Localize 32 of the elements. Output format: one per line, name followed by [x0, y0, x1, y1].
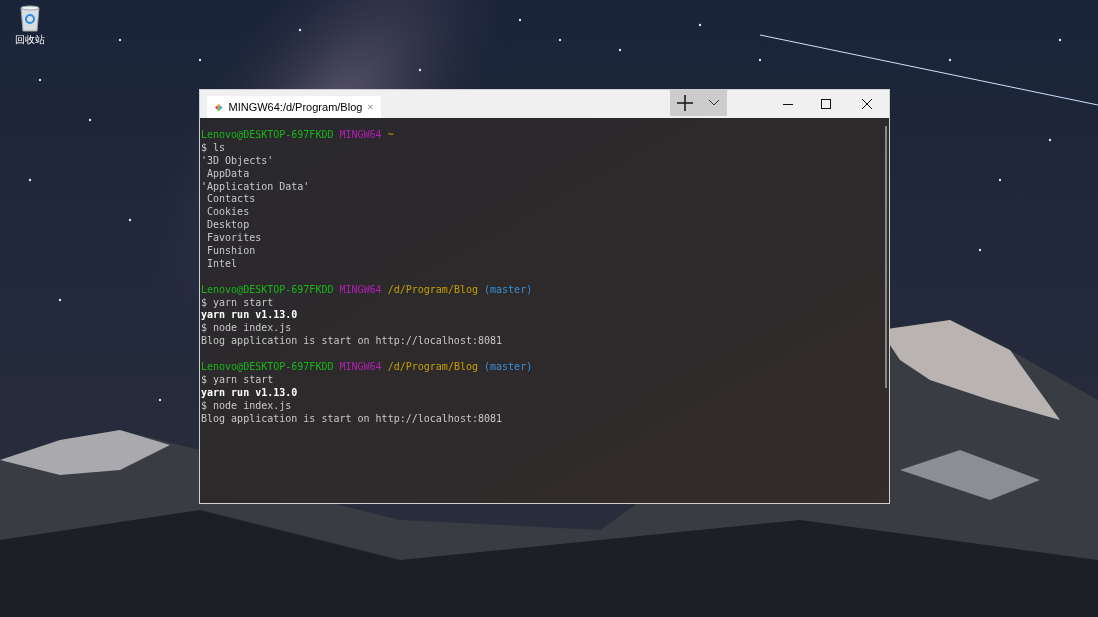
chevron-down-icon [708, 100, 719, 106]
output-line: yarn run v1.13.0 [201, 309, 298, 323]
maximize-icon [821, 99, 831, 109]
output-line: Blog application is start on http://localhost:8081 [201, 412, 503, 426]
prompt-line: Lenovo@DESKTOP-697FKDD MINGW64 ~ [201, 129, 395, 142]
output-line: $ node index.js [201, 322, 292, 336]
plus-icon [677, 95, 693, 111]
output-line: Blog application is start on http://localhost:8081 [201, 335, 503, 349]
output-line: Cookies [206, 206, 250, 220]
output-line: Contacts [206, 193, 256, 207]
output-line: yarn run v1.13.0 [201, 386, 298, 400]
output-line: Favorites [206, 232, 262, 245]
trash-bin-icon[interactable] [19, 5, 41, 32]
prompt-line: Lenovo@DESKTOP-697FKDD MINGW64 /d/Program/Blog (master) [201, 283, 534, 297]
output-line: $ node index.js [201, 399, 292, 413]
tab[interactable]: MINGW64:/d/Program/Blog [207, 96, 381, 118]
output-line: $ yarn start [201, 296, 274, 310]
output-line: $ yarn start [201, 373, 274, 387]
close-icon[interactable] [368, 103, 373, 111]
icon-label: 回收站 [15, 35, 45, 45]
prompt-line: Lenovo@DESKTOP-697FKDD MINGW64 /d/Program/Blog (master) [201, 361, 534, 374]
close-icon [862, 99, 872, 109]
minimize-icon [783, 103, 793, 105]
tab-title: MINGW64:/d/Program/Blog [228, 99, 363, 115]
output-line: Desktop [206, 219, 250, 233]
output-line: $ ls [201, 141, 226, 155]
output-line: AppData [206, 167, 250, 181]
output-line: 'Application Data' [201, 180, 310, 194]
output-line: Intel [206, 257, 238, 271]
output-line: '3D Objects' [201, 154, 274, 168]
scrollbar[interactable] [885, 126, 887, 388]
output-line: Funshion [206, 245, 256, 258]
